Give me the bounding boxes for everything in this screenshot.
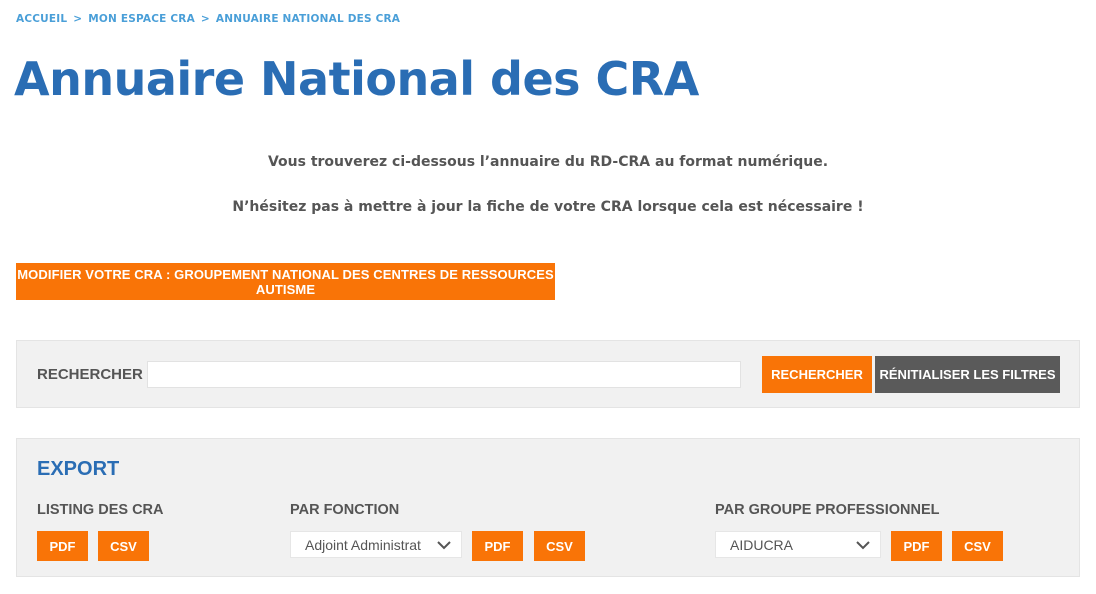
groupe-csv-button[interactable]: CSV xyxy=(952,531,1003,561)
groupe-select[interactable]: AIDUCRA xyxy=(715,531,881,558)
fonction-select[interactable]: Adjoint Administrat xyxy=(290,531,462,558)
fonction-pdf-button[interactable]: PDF xyxy=(472,531,523,561)
search-input[interactable] xyxy=(147,361,741,388)
export-panel: EXPORT LISTING DES CRA PDF CSV PAR FONCT… xyxy=(16,438,1080,577)
breadcrumb-home-link[interactable]: ACCUEIL xyxy=(16,13,67,25)
fonction-select-value: Adjoint Administrat xyxy=(305,536,421,553)
fonction-label: PAR FONCTION xyxy=(290,502,400,518)
search-panel: RECHERCHER RECHERCHER RÉNITIALISER LES F… xyxy=(16,340,1080,408)
listing-pdf-button[interactable]: PDF xyxy=(37,531,88,561)
breadcrumb-separator: > xyxy=(200,13,210,25)
intro-text: Vous trouverez ci-dessous l’annuaire du … xyxy=(267,154,829,170)
groupe-select-value: AIDUCRA xyxy=(730,536,794,553)
intro-text-update: N’hésitez pas à mettre à jour la fiche d… xyxy=(232,199,864,215)
search-label: RECHERCHER xyxy=(37,366,143,383)
search-button[interactable]: RECHERCHER xyxy=(762,356,872,393)
chevron-down-icon xyxy=(437,541,451,550)
groupe-label: PAR GROUPE PROFESSIONNEL xyxy=(715,502,940,518)
breadcrumb: ACCUEIL > MON ESPACE CRA > ANNUAIRE NATI… xyxy=(16,13,400,25)
breadcrumb-espace-cra-link[interactable]: MON ESPACE CRA xyxy=(88,13,195,25)
listing-csv-button[interactable]: CSV xyxy=(98,531,149,561)
page-title: Annuaire National des CRA xyxy=(14,52,699,106)
fonction-csv-button[interactable]: CSV xyxy=(534,531,585,561)
groupe-pdf-button[interactable]: PDF xyxy=(891,531,942,561)
modify-cra-button[interactable]: MODIFIER VOTRE CRA : GROUPEMENT NATIONAL… xyxy=(16,263,555,300)
chevron-down-icon xyxy=(856,541,870,550)
breadcrumb-current[interactable]: ANNUAIRE NATIONAL DES CRA xyxy=(216,13,400,25)
reset-filters-button[interactable]: RÉNITIALISER LES FILTRES xyxy=(875,356,1060,393)
export-title: EXPORT xyxy=(37,458,120,480)
listing-label: LISTING DES CRA xyxy=(37,502,164,518)
breadcrumb-separator: > xyxy=(73,13,83,25)
